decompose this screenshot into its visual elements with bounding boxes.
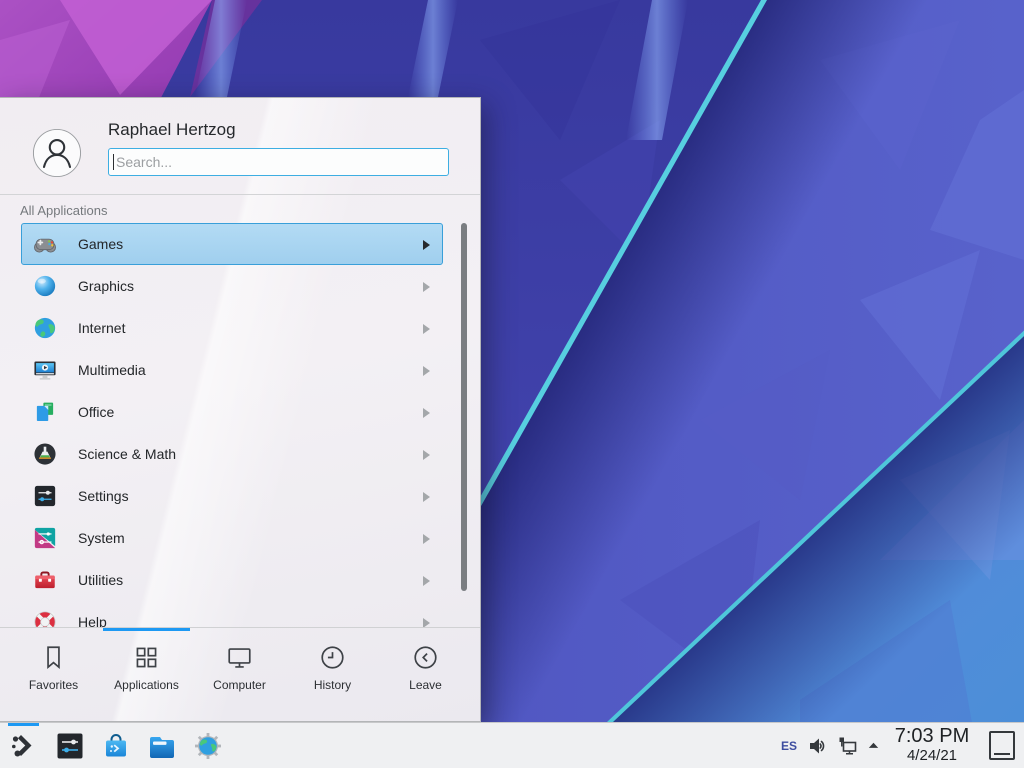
user-avatar[interactable] (32, 128, 82, 178)
taskbar-panel: ES 7:03 PM 4/24/21 (0, 722, 1024, 768)
chevron-right-icon (422, 281, 431, 293)
discover-icon (100, 730, 132, 762)
clock-time: 7:03 PM (888, 725, 976, 747)
grid-icon (132, 643, 161, 672)
category-item-graphics[interactable]: Graphics (21, 265, 443, 307)
taskbar-discover[interactable] (100, 723, 132, 768)
chevron-right-icon (422, 491, 431, 503)
kickoff-icon (8, 730, 40, 762)
caret-up-icon (866, 738, 881, 753)
category-item-utilities[interactable]: Utilities (21, 559, 443, 601)
volume-tray-button[interactable] (806, 723, 830, 768)
gamepad-icon (32, 231, 58, 257)
category-label: Utilities (78, 572, 123, 588)
category-label: Office (78, 404, 114, 420)
category-item-system[interactable]: System (21, 517, 443, 559)
user-name: Raphael Hertzog (108, 120, 236, 140)
tab-computer[interactable]: Computer (193, 643, 286, 692)
internet-icon (32, 315, 58, 341)
show-desktop-button[interactable] (989, 731, 1015, 760)
digital-clock[interactable]: 7:03 PM 4/24/21 (888, 725, 976, 768)
category-label: Games (78, 236, 123, 252)
tab-label: Favorites (29, 678, 78, 692)
utilities-icon (32, 567, 58, 593)
chevron-right-icon (422, 617, 431, 627)
desktop: Raphael Hertzog All Applications Games G… (0, 0, 1024, 768)
category-label: Help (78, 614, 107, 627)
dolphin-icon (146, 730, 178, 762)
taskbar-web-browser[interactable] (192, 723, 224, 768)
multimedia-icon (32, 357, 58, 383)
settings-icon (32, 483, 58, 509)
category-label: Internet (78, 320, 125, 336)
volume-icon (807, 735, 829, 757)
search-input[interactable] (108, 148, 449, 176)
tab-label: Applications (114, 678, 179, 692)
footer-tabs: Favorites Applications Computer History … (0, 628, 480, 692)
category-label: Graphics (78, 278, 134, 294)
chevron-right-icon (422, 365, 431, 377)
bookmark-icon (39, 643, 68, 672)
chevron-right-icon (422, 449, 431, 461)
network-tray-button[interactable] (836, 723, 860, 768)
tab-applications[interactable]: Applications (100, 643, 193, 692)
browser-icon (192, 730, 224, 762)
chevron-right-icon (422, 533, 431, 545)
text-cursor (113, 154, 114, 170)
chevron-right-icon (422, 323, 431, 335)
chevron-right-icon (422, 239, 431, 251)
tab-label: Computer (213, 678, 266, 692)
category-item-multimedia[interactable]: Multimedia (21, 349, 443, 391)
settingsapp-icon (54, 730, 86, 762)
category-item-internet[interactable]: Internet (21, 307, 443, 349)
category-label: Science & Math (78, 446, 176, 462)
clock-date: 4/24/21 (888, 747, 976, 764)
launcher-header: Raphael Hertzog (0, 98, 480, 195)
category-label: Multimedia (78, 362, 146, 378)
network-icon (837, 735, 859, 757)
keyboard-layout-indicator[interactable]: ES (776, 723, 802, 768)
office-icon (32, 399, 58, 425)
active-tab-indicator (103, 628, 190, 631)
clock-icon (318, 643, 347, 672)
tab-history[interactable]: History (286, 643, 379, 692)
launcher-footer: Favorites Applications Computer History … (0, 627, 480, 723)
category-item-games[interactable]: Games (21, 223, 443, 265)
tab-label: History (314, 678, 351, 692)
chevron-right-icon (422, 575, 431, 587)
category-list: Games Graphics Internet Multimedia Offic… (0, 216, 480, 627)
taskbar-system-settings[interactable] (54, 723, 86, 768)
taskbar-file-manager[interactable] (146, 723, 178, 768)
category-item-science-math[interactable]: Science & Math (21, 433, 443, 475)
leave-icon (411, 643, 440, 672)
category-label: Settings (78, 488, 129, 504)
tab-label: Leave (409, 678, 442, 692)
tray-expander-button[interactable] (864, 723, 882, 768)
help-icon (32, 609, 58, 627)
category-label: System (78, 530, 125, 546)
tab-leave[interactable]: Leave (379, 643, 472, 692)
taskbar-app-launcher[interactable] (8, 723, 40, 768)
category-item-settings[interactable]: Settings (21, 475, 443, 517)
category-list-scrollbar[interactable] (461, 223, 467, 591)
category-item-office[interactable]: Office (21, 391, 443, 433)
system-icon (32, 525, 58, 551)
application-launcher-popup: Raphael Hertzog All Applications Games G… (0, 97, 481, 722)
science-icon (32, 441, 58, 467)
graphics-icon (32, 273, 58, 299)
category-item-help[interactable]: Help (21, 601, 443, 627)
tab-favorites[interactable]: Favorites (7, 643, 100, 692)
monitor-icon (225, 643, 254, 672)
chevron-right-icon (422, 407, 431, 419)
taskbar-apps (8, 723, 224, 768)
